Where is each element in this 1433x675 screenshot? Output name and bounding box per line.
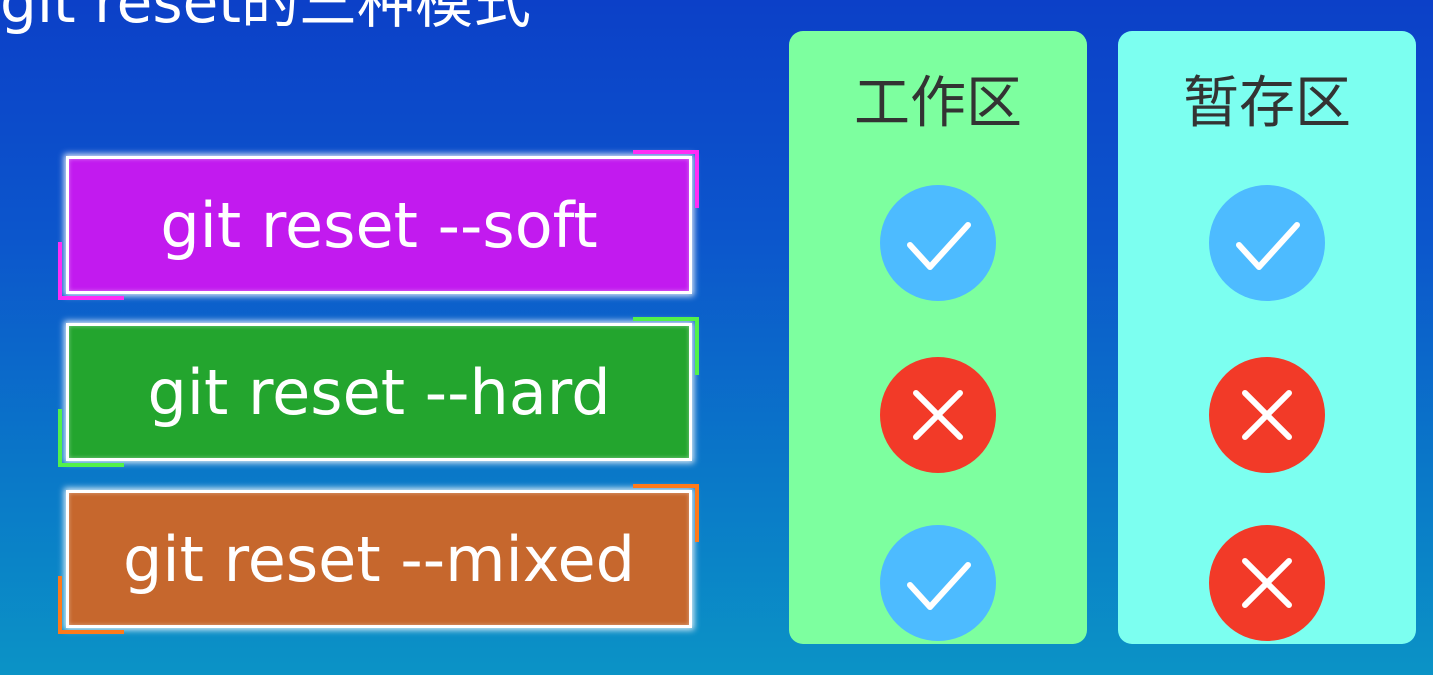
mode-hard-label: git reset --hard [147, 355, 611, 429]
corner-accent [633, 317, 699, 375]
staging-area-header: 暂存区 [1183, 71, 1351, 136]
mode-mixed-box: git reset --mixed [66, 490, 692, 628]
check-icon [1209, 185, 1325, 301]
corner-accent [633, 484, 699, 542]
check-icon [880, 185, 996, 301]
cross-icon [1209, 525, 1325, 641]
working-directory-header: 工作区 [854, 71, 1022, 136]
mode-soft-label: git reset --soft [160, 188, 598, 262]
working-directory-column: 工作区 [789, 31, 1087, 644]
corner-accent [58, 242, 124, 300]
cross-icon [1209, 357, 1325, 473]
staging-area-column: 暂存区 [1118, 31, 1416, 644]
corner-accent [58, 409, 124, 467]
check-icon [880, 525, 996, 641]
corner-accent [633, 150, 699, 208]
mode-soft-box: git reset --soft [66, 156, 692, 294]
mode-mixed-label: git reset --mixed [123, 522, 635, 596]
corner-accent [58, 576, 124, 634]
cross-icon [880, 357, 996, 473]
slide-title: git reset的三种模式 [0, 0, 532, 36]
mode-hard-box: git reset --hard [66, 323, 692, 461]
